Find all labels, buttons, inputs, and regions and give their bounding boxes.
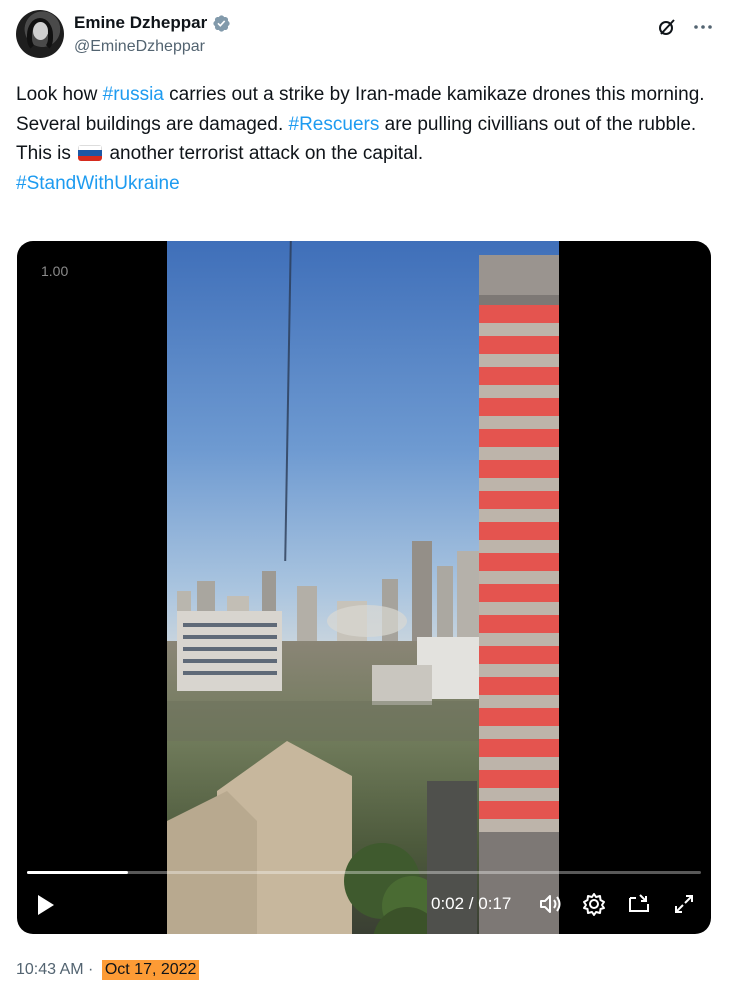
tower-stripe [479,429,559,447]
tower-stripe [479,553,559,571]
author-display-name[interactable]: Emine Dzheppar [74,12,207,34]
video-time: 0:02 / 0:17 [431,894,512,913]
tweet-text-segment: are pulling civillians out of the rubble… [379,113,697,135]
author-handle[interactable]: @EmineDzheppar [74,36,231,58]
tower-stripe [479,770,559,788]
pip-icon[interactable] [626,891,652,917]
video-tower [479,255,559,934]
tower-band [479,695,559,708]
tower-stripe [479,336,559,354]
volume-icon[interactable] [537,891,563,917]
tower-stripe [479,801,559,819]
tower-stripe [479,615,559,633]
tweet-time[interactable]: 10:43 AM · [16,961,98,979]
video-frame[interactable] [167,241,559,934]
tweet-date[interactable]: Oct 17, 2022 [101,960,200,980]
tweet-text: Look how #russia carries out a strike by… [16,80,716,198]
header-actions [656,16,714,38]
tower-stripe [479,522,559,540]
tower-stripe [479,491,559,509]
tower-band [479,540,559,553]
tweet-footer: 10:43 AM · Oct 17, 2022 [16,960,200,980]
tower-band [479,726,559,739]
video-progress-fill [27,871,129,874]
tower-crown [479,255,559,295]
tweet-header: Emine Dzheppar @EmineDzheppar [16,10,714,64]
hashtag-standwithukraine[interactable]: #StandWithUkraine [16,173,180,194]
play-icon[interactable] [33,892,57,918]
tower-band [479,633,559,646]
tower-band [479,416,559,429]
tower-band [479,323,559,336]
tower-stripe [479,367,559,385]
tower-band [479,447,559,460]
avatar[interactable] [16,10,64,58]
verified-badge-icon [213,14,230,32]
tweet-text-segment: This is [16,143,77,164]
hashtag-russia[interactable]: #russia [103,84,164,105]
tower-band [479,509,559,522]
tower-band [479,664,559,677]
tower-stripe [479,460,559,478]
tweet-text-segment: another terrorist attack on the capital. [104,143,424,164]
tower-band [479,819,559,832]
playback-speed-label: 1.00 [41,263,69,279]
tower-band [479,478,559,491]
fullscreen-icon[interactable] [671,891,697,917]
settings-icon[interactable] [581,891,607,917]
tower-band [479,385,559,398]
tower-stripe [479,708,559,726]
grok-icon[interactable] [656,16,678,38]
tower-stripe [479,305,559,323]
tower-band [479,602,559,615]
tower-stripe [479,646,559,664]
russia-flag-icon [78,145,103,161]
tower-band [479,757,559,770]
video-progress-bar[interactable] [27,871,701,874]
hashtag-rescuers[interactable]: #Rescuers [289,114,380,135]
author-block: Emine Dzheppar @EmineDzheppar [74,12,231,58]
tweet-text-segment: Look how [16,84,103,105]
more-icon[interactable] [692,16,714,38]
tower-band [479,571,559,584]
tower-stripe [479,677,559,695]
video-player[interactable]: 1.00 0:02 / 0:17 [17,241,711,934]
tower-stripe [479,398,559,416]
tower-band [479,354,559,367]
video-controls: 0:02 / 0:17 [17,878,711,934]
tower-band [479,788,559,801]
author-name-row[interactable]: Emine Dzheppar [74,12,231,34]
tower-stripe [479,739,559,757]
tower-stripe [479,584,559,602]
